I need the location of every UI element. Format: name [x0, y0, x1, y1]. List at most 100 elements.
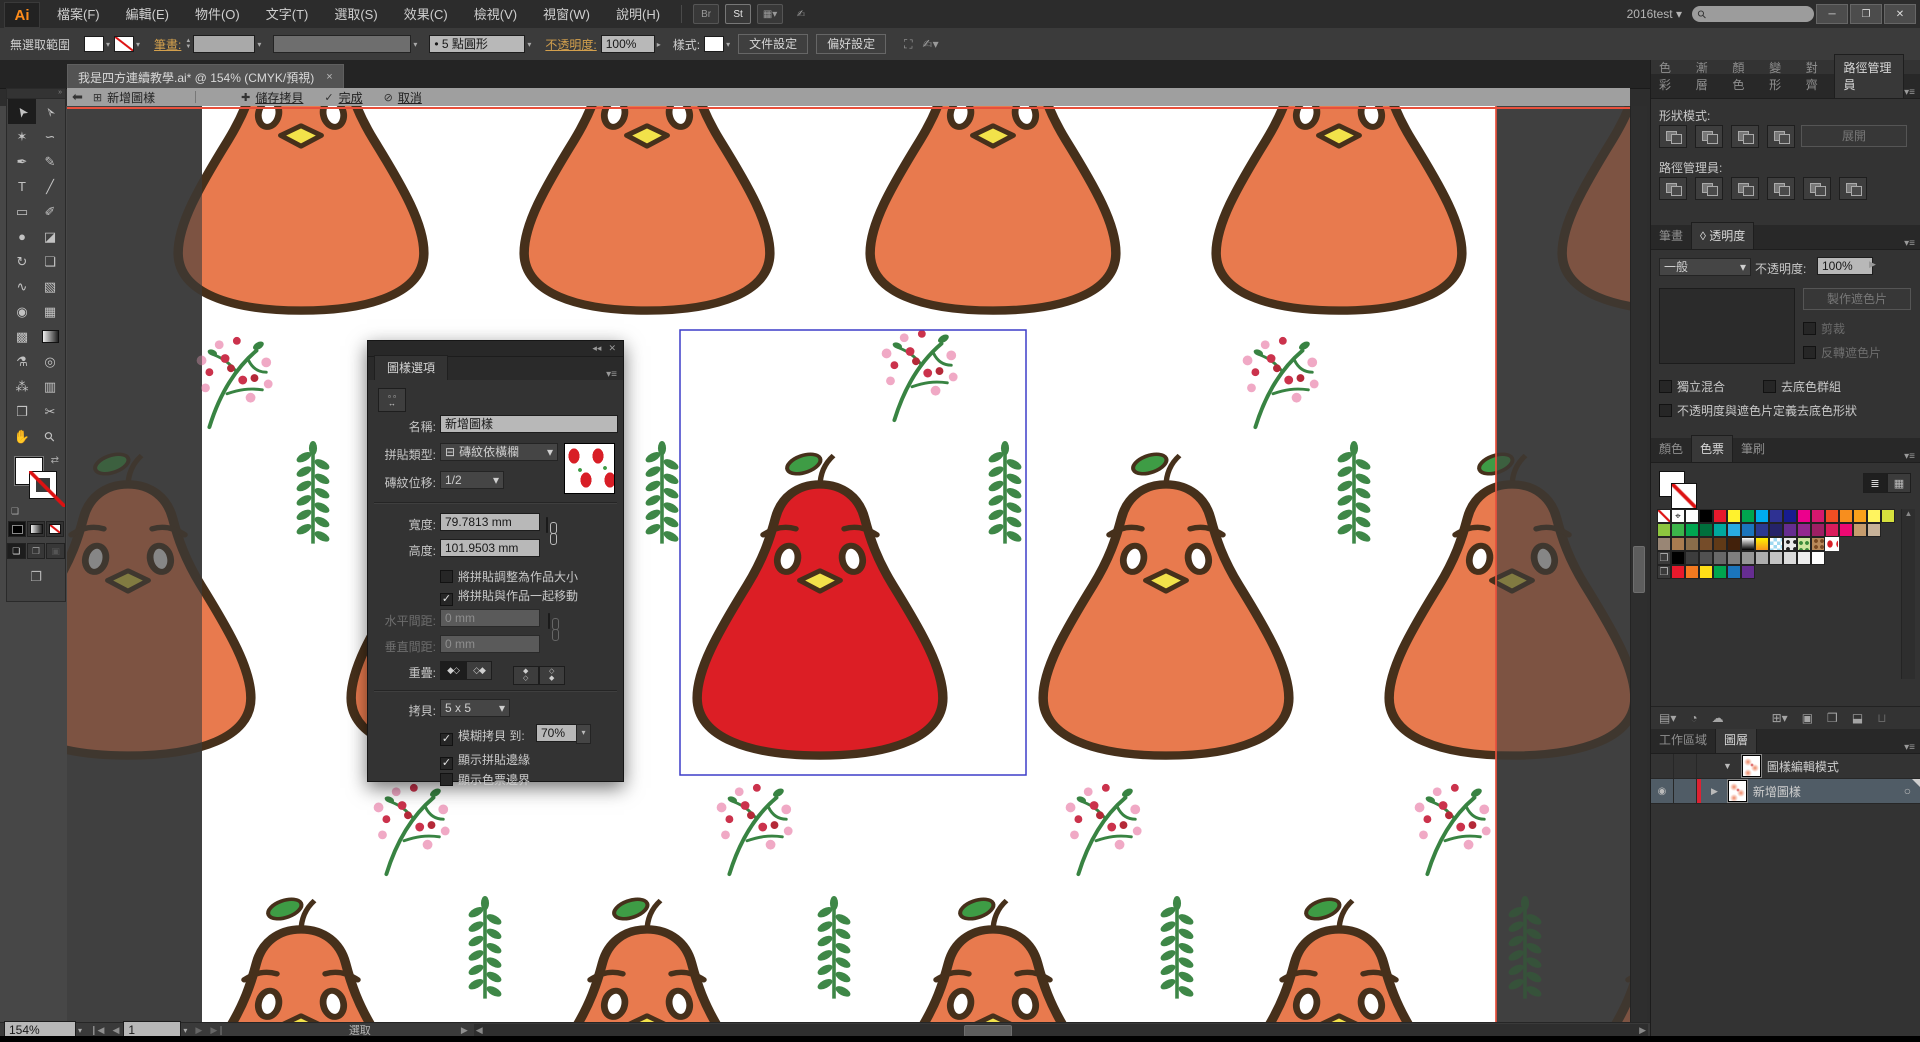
swatch-folder[interactable]: ❒ — [1657, 551, 1671, 565]
overlap-left-front-button[interactable]: ◆◇ — [440, 661, 466, 680]
tile-type-select[interactable]: ⊟磚紋依橫欄▾ — [440, 443, 558, 461]
shape-builder-tool[interactable]: ◉ — [8, 299, 36, 324]
swatch[interactable] — [1671, 537, 1685, 551]
column-graph-tool[interactable]: ▥ — [36, 374, 64, 399]
shape-mode-exclude-button[interactable] — [1767, 125, 1795, 148]
swatch[interactable] — [1755, 509, 1769, 523]
paintbrush-tool[interactable]: ✐ — [36, 199, 64, 224]
tab-pattern-options[interactable]: 圖樣選項 — [374, 355, 448, 380]
stroke-proxy-chip[interactable] — [1671, 483, 1697, 509]
swatch[interactable] — [1769, 537, 1783, 551]
swatch[interactable] — [1713, 509, 1727, 523]
list-view-button[interactable]: ≣ — [1863, 473, 1887, 493]
swatch[interactable] — [1699, 509, 1713, 523]
swatch[interactable] — [1797, 551, 1811, 565]
menu-item[interactable]: 說明(H) — [603, 1, 673, 28]
chevron-down-icon[interactable]: ▾ — [726, 40, 730, 49]
pathfinder-tab[interactable]: 色彩 — [1651, 55, 1688, 98]
overlap-right-front-button[interactable]: ◇◆ — [466, 661, 492, 680]
pathfinder-merge-button[interactable] — [1731, 177, 1759, 200]
swatch[interactable] — [1685, 523, 1699, 537]
panel-menu-icon[interactable]: ▾≡ — [1904, 87, 1915, 98]
swatch[interactable] — [1867, 509, 1881, 523]
swatch[interactable] — [1727, 523, 1741, 537]
variable-width-select[interactable] — [273, 35, 411, 53]
arrange-documents-icon[interactable]: ▦▾ — [757, 4, 783, 24]
blend-tool[interactable]: ◎ — [36, 349, 64, 374]
bridge-button[interactable]: Br — [693, 4, 719, 24]
share-icon[interactable]: ✍ — [789, 5, 813, 23]
horizontal-scroll-handle[interactable] — [964, 1025, 1012, 1037]
pathfinder-divide-button[interactable] — [1659, 177, 1687, 200]
new-color-group-icon[interactable]: ❒ — [1827, 711, 1838, 725]
free-transform-tool[interactable]: ▧ — [36, 274, 64, 299]
menu-item[interactable]: 選取(S) — [321, 1, 390, 28]
lock-cell[interactable] — [1674, 754, 1697, 778]
workspace-switcher[interactable]: 2016test ▾ — [1627, 7, 1682, 21]
target-circle-icon[interactable]: ○ — [1904, 784, 1911, 798]
swatch[interactable] — [1713, 537, 1727, 551]
pathfinder-minus-back-button[interactable] — [1839, 177, 1867, 200]
lock-cell[interactable] — [1674, 779, 1697, 803]
cloud-library-icon[interactable]: ☁ — [1712, 711, 1724, 725]
swatch[interactable] — [1769, 523, 1783, 537]
collapse-icon[interactable]: ◂◂ — [592, 343, 601, 354]
stroke-weight-value[interactable] — [193, 35, 255, 53]
search-input[interactable]: ⚲ — [1692, 6, 1814, 22]
pathfinder-tab[interactable]: 漸層 — [1688, 55, 1725, 98]
swatch[interactable] — [1783, 551, 1797, 565]
layer-name[interactable]: 新增圖樣 — [1753, 783, 1801, 800]
rotate-tool[interactable]: ↻ — [8, 249, 36, 274]
done-link[interactable]: 完成 — [339, 89, 363, 106]
swatch[interactable] — [1811, 523, 1825, 537]
swatch[interactable] — [1811, 551, 1825, 565]
menu-item[interactable]: 檢視(V) — [461, 1, 530, 28]
chevron-right-icon[interactable]: ▸ — [657, 40, 661, 49]
color-themes-icon[interactable]: ◔ — [1690, 711, 1697, 725]
chevron-down-icon[interactable]: ▾ — [257, 40, 261, 49]
swatch[interactable] — [1839, 523, 1853, 537]
swatch[interactable] — [1657, 509, 1671, 523]
stroke-chip[interactable] — [29, 471, 57, 499]
swatch[interactable] — [1769, 509, 1783, 523]
pathfinder-tab[interactable]: 顏色 — [1724, 55, 1761, 98]
hand-tool[interactable]: ✋ — [8, 424, 36, 449]
shape-mode-minus-front-button[interactable] — [1695, 125, 1723, 148]
line-tool[interactable]: ╱ — [36, 174, 64, 199]
canvas-area[interactable] — [0, 106, 1630, 1022]
swatch-libraries-icon[interactable]: ▤▾ — [1659, 711, 1676, 725]
eyedropper-tool[interactable]: ⚗ — [8, 349, 36, 374]
swatch[interactable] — [1727, 509, 1741, 523]
swatch[interactable] — [1881, 509, 1895, 523]
swatch[interactable] — [1755, 523, 1769, 537]
pathfinder-outline-button[interactable] — [1803, 177, 1831, 200]
gradient-tool[interactable] — [36, 324, 64, 349]
pathfinder-tab[interactable]: 路徑管理員 — [1834, 54, 1904, 98]
rectangle-tool[interactable]: ▭ — [8, 199, 36, 224]
prev-artboard-icon[interactable]: ◀ — [112, 1025, 119, 1036]
lasso-tool[interactable]: ∽ — [36, 124, 64, 149]
swatch[interactable] — [1741, 509, 1755, 523]
swatch[interactable] — [1699, 523, 1713, 537]
stock-button[interactable]: St — [725, 4, 751, 24]
swatch[interactable] — [1811, 509, 1825, 523]
show-swatch-kinds-icon[interactable]: ⊞▾ — [1772, 711, 1788, 725]
swatch[interactable] — [1685, 551, 1699, 565]
panel-collapse-strip[interactable]: » — [7, 89, 65, 99]
swatch[interactable] — [1671, 523, 1685, 537]
name-input[interactable]: 新增圖樣 — [440, 415, 618, 433]
draw-normal-button[interactable]: ❏ — [7, 543, 26, 559]
color-button[interactable] — [8, 521, 26, 537]
grid-view-button[interactable]: ▦ — [1887, 473, 1911, 493]
selection-tool[interactable]: ➤ — [8, 99, 36, 124]
link-dimensions-icon[interactable] — [546, 517, 548, 533]
pathfinder-trim-button[interactable] — [1695, 177, 1723, 200]
chevron-right-icon[interactable]: ▶ — [1869, 259, 1876, 270]
swatches-tab[interactable]: 筆刷 — [1733, 436, 1773, 462]
swatch[interactable] — [1713, 523, 1727, 537]
menu-item[interactable]: 檔案(F) — [44, 1, 113, 28]
panel-menu-icon[interactable]: ▾≡ — [606, 369, 617, 380]
mesh-tool[interactable]: ▩ — [8, 324, 36, 349]
type-tool[interactable]: T — [8, 174, 36, 199]
swatch[interactable] — [1741, 523, 1755, 537]
